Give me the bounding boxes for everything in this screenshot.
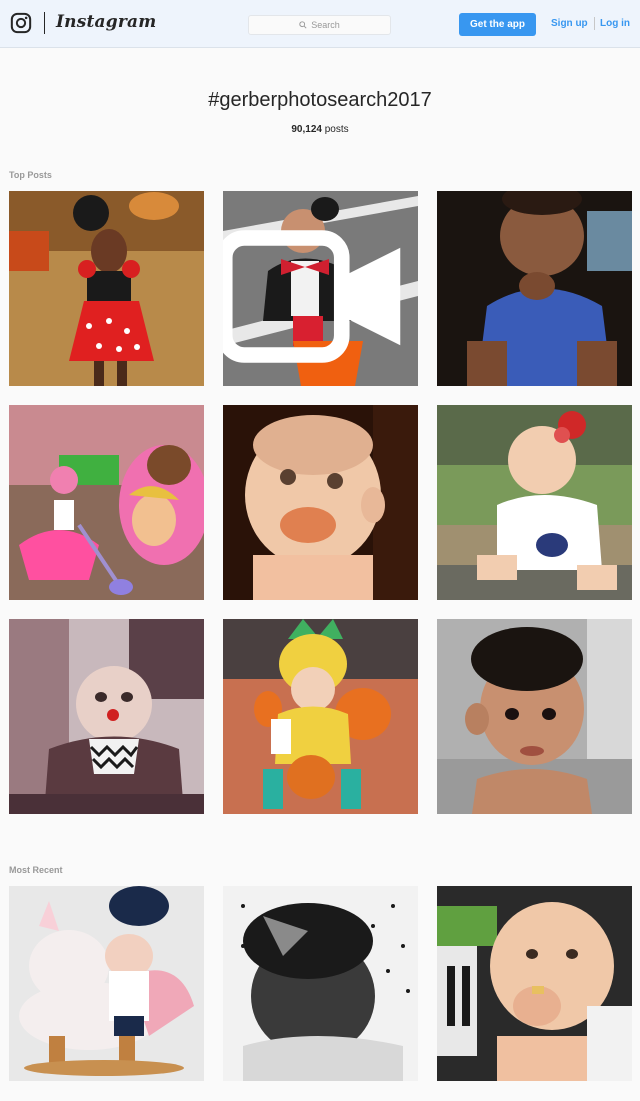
get-the-app-button[interactable]: Get the app — [459, 13, 536, 36]
log-in-link[interactable]: Log in — [600, 18, 630, 29]
hashtag-title: #gerberphotosearch2017 — [208, 89, 432, 111]
post-thumbnail[interactable] — [223, 405, 418, 600]
top-posts-label: Top Posts — [9, 170, 52, 180]
post-count-number: 90,124 — [291, 124, 322, 135]
most-recent-label: Most Recent — [9, 865, 63, 875]
top-navigation-bar: Instagram Search Get the app Sign up Log… — [0, 0, 640, 48]
post-thumbnail[interactable] — [437, 405, 632, 600]
search-icon — [299, 21, 307, 29]
auth-links-separator — [594, 17, 595, 30]
logo-divider — [44, 12, 45, 34]
post-thumbnail[interactable] — [437, 619, 632, 814]
post-thumbnail[interactable] — [223, 886, 418, 1081]
post-thumbnail[interactable] — [9, 405, 204, 600]
post-thumbnail[interactable] — [9, 191, 204, 386]
post-thumbnail[interactable] — [223, 191, 418, 386]
post-count-suffix: posts — [321, 124, 349, 135]
instagram-camera-icon[interactable] — [10, 12, 32, 34]
search-placeholder: Search — [311, 20, 340, 30]
search-input[interactable]: Search — [248, 15, 391, 35]
post-count: 90,124 posts — [0, 124, 640, 135]
post-thumbnail[interactable] — [437, 886, 632, 1081]
post-thumbnail[interactable] — [437, 191, 632, 386]
instagram-wordmark[interactable]: Instagram — [56, 12, 156, 32]
post-thumbnail[interactable] — [9, 886, 204, 1081]
sign-up-link[interactable]: Sign up — [551, 18, 588, 29]
video-icon — [223, 230, 401, 363]
post-thumbnail[interactable] — [223, 619, 418, 814]
post-thumbnail[interactable] — [9, 619, 204, 814]
